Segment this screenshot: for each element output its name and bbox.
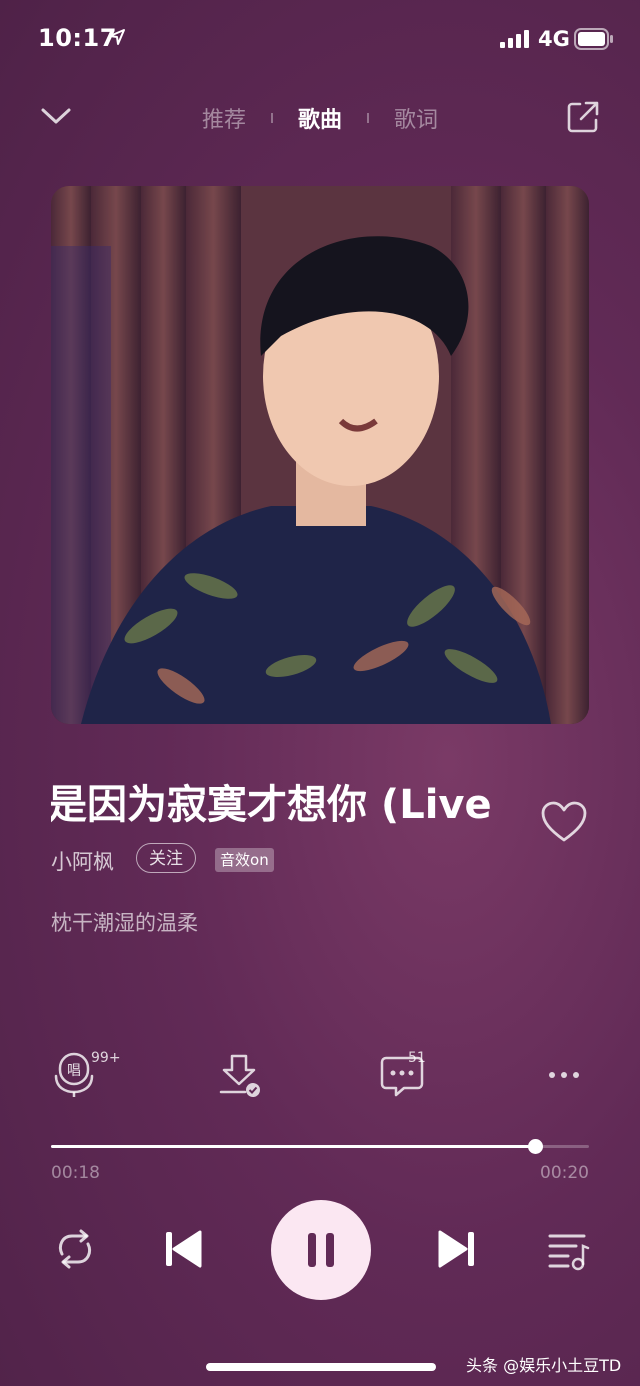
tab-divider [367,113,369,123]
tab-recommend[interactable]: 推荐 [192,102,256,134]
sound-effect-label: 音效 [220,851,251,869]
status-time: 10:17 [38,24,117,52]
sing-glyph: 唱 [67,1063,81,1079]
top-tabs: 推荐 歌曲 歌词 [0,102,640,134]
next-icon[interactable] [436,1226,476,1272]
tab-lyrics[interactable]: 歌词 [384,102,448,134]
network-type: 4G [538,27,570,51]
progress-fill [51,1145,536,1148]
repeat-icon[interactable] [52,1226,98,1272]
comment-count-badge: 51 [408,1050,426,1066]
elapsed-time: 00:18 [51,1163,100,1183]
signal-icon [500,30,529,48]
share-icon[interactable] [566,100,600,134]
sing-count-badge: 99+ [91,1050,121,1066]
song-title-container: 是因为寂寞才想你 (Live [51,772,511,828]
current-lyric: 枕干潮湿的温柔 [51,911,198,935]
location-arrow-icon [109,29,125,45]
album-cover [51,186,589,724]
sound-effect-state: on [250,851,269,869]
previous-icon[interactable] [164,1226,204,1272]
follow-button[interactable]: 关注 [136,843,196,873]
heart-icon[interactable] [540,800,588,844]
pause-button[interactable] [271,1200,371,1300]
playlist-icon[interactable] [546,1226,590,1272]
watermark: 头条 @娱乐小土豆TD [466,1356,622,1375]
tab-song[interactable]: 歌曲 [288,102,352,134]
total-time: 00:20 [540,1163,589,1183]
song-title: 是因为寂寞才想你 (Live [51,782,492,828]
home-indicator [206,1363,436,1371]
download-icon[interactable] [217,1052,261,1098]
artist-name[interactable]: 小阿枫 [51,846,114,876]
tab-divider [270,113,273,123]
sound-effect-badge[interactable]: 音效on [215,848,274,872]
progress-thumb[interactable] [527,1139,543,1154]
battery-icon [574,28,613,50]
more-icon[interactable] [544,1052,588,1098]
pause-icon [308,1233,334,1267]
sing-mic-icon[interactable]: 唱 [52,1052,96,1098]
